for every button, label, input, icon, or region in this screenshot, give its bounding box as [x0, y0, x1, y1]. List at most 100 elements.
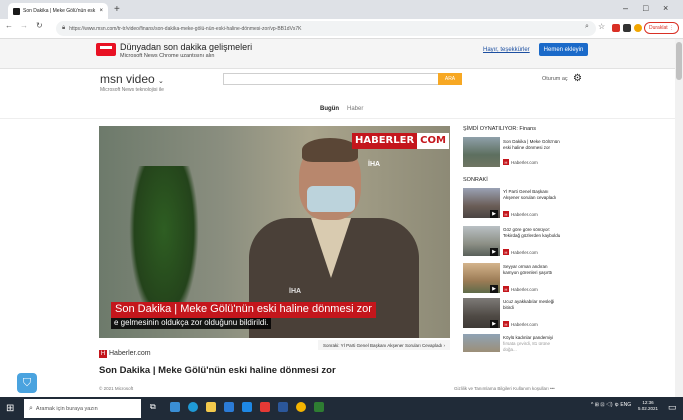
- url-text: https://www.msn.com/tr-tr/video/finans/s…: [69, 25, 302, 32]
- haberler-icon: H: [503, 249, 509, 255]
- tab-title: Son Dakika | Meke Gölü'nün esk: [23, 8, 96, 14]
- excel-icon[interactable]: [314, 402, 324, 412]
- iha-watermark-2: İHA: [289, 288, 302, 295]
- browser-tab[interactable]: Son Dakika | Meke Gölü'nün esk ×: [8, 3, 108, 19]
- file-explorer-icon[interactable]: [206, 402, 216, 412]
- taskbar-search-placeholder: Aramak için buraya yazın: [35, 405, 98, 412]
- tab-close-icon[interactable]: ×: [99, 8, 103, 14]
- taskbar-search-box[interactable]: ⌕ Aramak için buraya yazın: [24, 399, 141, 418]
- play-icon[interactable]: ▶: [490, 248, 498, 256]
- list-item-snippet: fırsata çevirdi, 81 ürüne doğa...: [503, 341, 551, 352]
- windows-start-icon[interactable]: ⊞: [6, 403, 14, 414]
- extensions-puzzle-icon[interactable]: [623, 24, 631, 32]
- section-nav: Bugün Haber: [320, 106, 363, 112]
- microsoft-news-logo: [96, 43, 116, 56]
- maximize-button[interactable]: □: [643, 3, 648, 13]
- site-favicon-icon: [13, 7, 20, 15]
- video-caption-subtitle: e gelmesinin oldukça zor olduğunu bildir…: [111, 318, 272, 329]
- play-icon[interactable]: ▶: [490, 320, 498, 328]
- sign-in-link[interactable]: Oturum aç: [542, 76, 568, 82]
- search-input[interactable]: [223, 73, 439, 85]
- nav-item-today[interactable]: Bugün: [320, 106, 339, 112]
- footer-links[interactable]: Gizlilik ve Tanımlama Bilgileri Kullanım…: [454, 386, 555, 391]
- now-playing-source: H Haberler.com: [503, 159, 538, 165]
- brand-red-text: HABERLER: [352, 133, 418, 149]
- article-title: Son Dakika | Meke Gölü'nün eski haline d…: [99, 365, 336, 376]
- extension-icon[interactable]: [612, 24, 620, 32]
- source-label: Haberler.com: [511, 249, 538, 255]
- now-playing-title[interactable]: Son Dakika | Meke Gölü'nün eski haline d…: [503, 139, 563, 151]
- haberler-watermark-logo: HABERLER COM: [352, 133, 449, 149]
- haberler-icon: H: [503, 211, 509, 217]
- list-item-thumbnail[interactable]: [463, 334, 500, 352]
- logo-chevron-down-icon[interactable]: ⌄: [158, 78, 164, 85]
- minimize-button[interactable]: –: [623, 3, 628, 13]
- search-button[interactable]: ARA: [438, 73, 462, 85]
- store-icon[interactable]: [224, 402, 234, 412]
- word-icon[interactable]: [278, 402, 288, 412]
- new-tab-button[interactable]: +: [114, 4, 120, 15]
- promo-title: Dünyadan son dakika gelişmeleri: [120, 42, 253, 52]
- msn-video-logo[interactable]: msn video ⌄: [100, 72, 164, 86]
- haberler-source-icon: H: [99, 350, 107, 358]
- back-icon[interactable]: ←: [5, 21, 13, 30]
- reload-icon[interactable]: ↻: [36, 21, 43, 30]
- source-label: Haberler.com: [511, 159, 538, 165]
- close-window-button[interactable]: ×: [663, 3, 668, 13]
- mail-icon[interactable]: [242, 402, 252, 412]
- divider: [0, 118, 683, 119]
- msn-logo-text: msn video: [100, 72, 155, 86]
- chrome-icon[interactable]: [296, 402, 306, 412]
- profile-avatar-icon[interactable]: [634, 24, 642, 32]
- play-icon[interactable]: ▶: [490, 210, 498, 218]
- gear-icon[interactable]: ⚙: [573, 73, 582, 84]
- promo-decline-link[interactable]: Hayır, teşekkürler: [483, 47, 530, 53]
- zoom-icon[interactable]: ⌕: [585, 23, 589, 31]
- next-video-button[interactable]: Sonraki: Yİ Parti Genel Başkanı Akşener …: [318, 340, 450, 350]
- video-player[interactable]: HABERLER COM İHA İHA Son Dakika | Meke G…: [99, 126, 450, 338]
- promo-add-button[interactable]: Hemen ekleyin: [539, 43, 588, 56]
- bookmark-star-icon[interactable]: ☆: [598, 22, 605, 31]
- haberler-icon: H: [503, 321, 509, 327]
- haberler-icon: H: [503, 286, 509, 292]
- list-item-title[interactable]: Ucuz ayakkabılar mesleği bitirdi: [503, 299, 563, 311]
- security-shield-icon[interactable]: ⛉: [17, 373, 37, 393]
- search-icon: ⌕: [29, 404, 33, 412]
- page-scrollbar[interactable]: [675, 39, 683, 397]
- edge-browser-icon[interactable]: [188, 402, 198, 412]
- address-bar[interactable]: 🔒︎ https://www.msn.com/tr-tr/video/finan…: [56, 21, 596, 36]
- now-playing-thumbnail[interactable]: [463, 137, 500, 167]
- taskbar-app-icon[interactable]: [170, 402, 180, 412]
- iha-watermark: İHA: [368, 161, 381, 168]
- list-item-source: H Haberler.com: [503, 321, 538, 327]
- list-item-source: H Haberler.com: [503, 249, 538, 255]
- task-view-icon[interactable]: ⧉: [150, 402, 160, 412]
- notification-icon[interactable]: ▭: [668, 402, 677, 413]
- brand-white-text: COM: [417, 133, 449, 149]
- video-person-hair: [302, 138, 358, 162]
- play-icon[interactable]: ▶: [490, 285, 498, 293]
- system-tray[interactable]: ^ ⊞ ⊡ ◁) ゅ ENG: [591, 401, 631, 408]
- scrollbar-thumb[interactable]: [676, 42, 682, 80]
- taskbar-clock[interactable]: 12:36 5.02.2021: [638, 400, 658, 412]
- list-item-title[interactable]: Yİ Parti Genel Başkanı Akşener sorulan c…: [503, 189, 563, 201]
- nav-item-news[interactable]: Haber: [347, 106, 363, 112]
- footer-copyright: © 2021 Microsoft: [99, 386, 134, 391]
- source-label: Haberler.com: [511, 286, 538, 292]
- up-next-label: SONRAKİ: [463, 177, 488, 183]
- clock-date: 5.02.2021: [638, 406, 659, 411]
- forward-icon[interactable]: →: [20, 21, 28, 30]
- list-item-title[interactable]: Seyyar orman andıran kamyon görenleri şa…: [503, 264, 563, 276]
- article-source[interactable]: Haberler.com: [109, 350, 151, 357]
- acrobat-icon[interactable]: [260, 402, 270, 412]
- video-person-mask: [307, 186, 355, 212]
- source-label: Haberler.com: [511, 321, 538, 327]
- now-playing-label: ŞİMDİ OYNATILIYOR: Finans: [463, 126, 536, 132]
- list-item-source: H Haberler.com: [503, 211, 538, 217]
- list-item-title[interactable]: Göz göre göre sönüyor: Tekirdağ gözlerde…: [503, 227, 563, 239]
- profile-paused-button[interactable]: Duraklat ⋮: [644, 22, 680, 34]
- paused-label: Duraklat: [649, 25, 668, 31]
- list-item-source: H Haberler.com: [503, 286, 538, 292]
- logo-subtitle: Microsoft News teknolojisi ile: [100, 87, 164, 93]
- haberler-icon: H: [503, 159, 509, 165]
